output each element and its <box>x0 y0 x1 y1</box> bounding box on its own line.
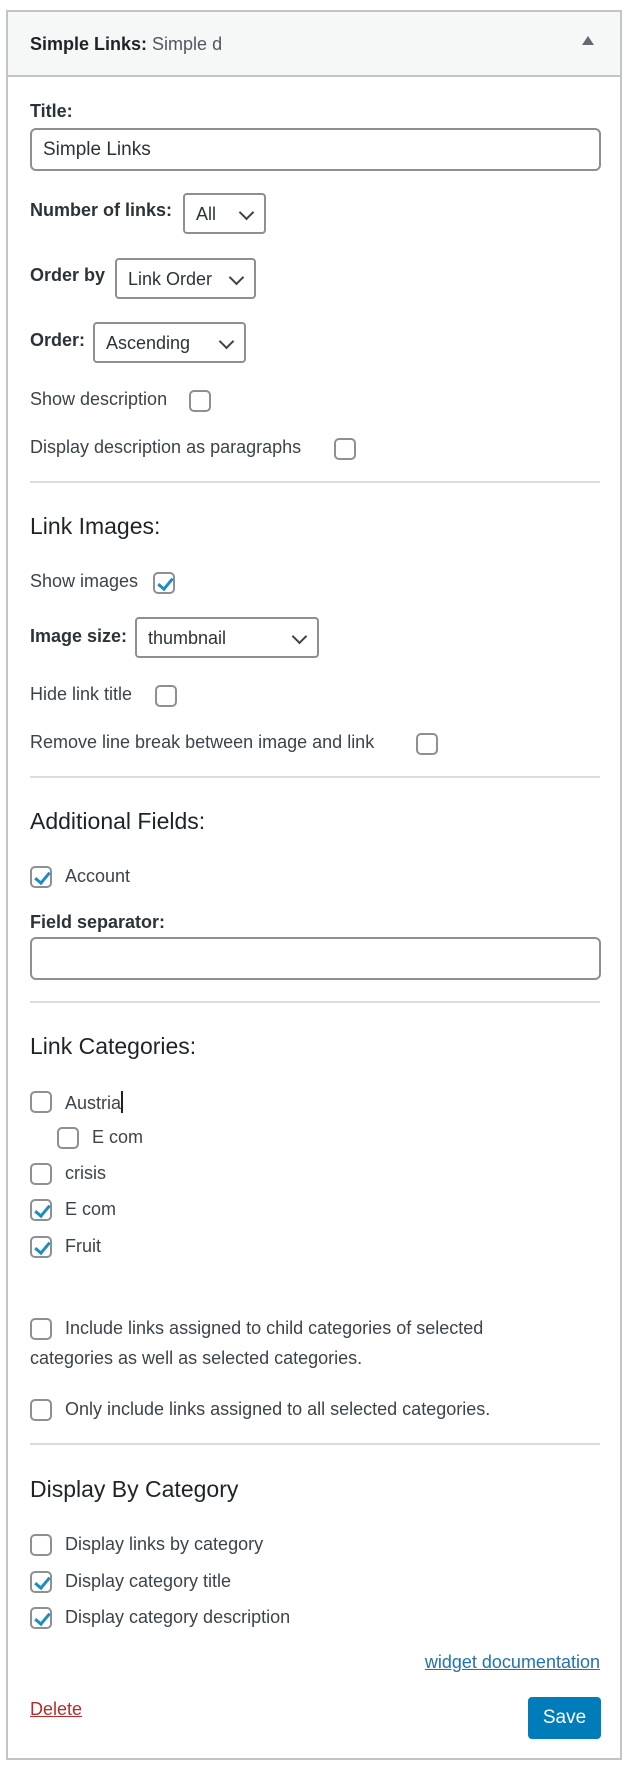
image-size-label: Image size: <box>30 626 128 646</box>
field-separator-label: Field separator: <box>30 912 166 932</box>
widget-name: Simple Links: <box>30 34 148 54</box>
hide-link-title-checkbox[interactable] <box>155 685 177 707</box>
number-of-links-label: Number of links: <box>30 200 173 220</box>
include-child-categories-label-line2: categories as well as selected categorie… <box>30 1348 363 1368</box>
category-checkbox[interactable] <box>30 1091 52 1113</box>
description-paragraphs-checkbox[interactable] <box>334 438 356 460</box>
display-links-by-category-checkbox[interactable] <box>30 1534 52 1556</box>
show-description-label: Show description <box>30 389 168 409</box>
order-label: Order: <box>30 330 86 350</box>
field-account-checkbox[interactable] <box>30 866 52 888</box>
display-category-title-checkbox[interactable] <box>30 1571 52 1593</box>
number-of-links-select[interactable]: All <box>183 193 266 234</box>
text-cursor <box>121 1091 124 1113</box>
category-label: E com <box>92 1127 144 1147</box>
remove-line-break-checkbox[interactable] <box>416 733 438 755</box>
category-label: crisis <box>65 1163 106 1183</box>
save-button[interactable]: Save <box>528 1697 601 1739</box>
widget-header[interactable]: Simple Links: Simple d <box>8 12 620 77</box>
link-categories-heading: Link Categories: <box>30 1033 197 1059</box>
delete-link[interactable]: Delete <box>30 1699 82 1720</box>
include-child-categories-label-line1: Include links assigned to child categori… <box>65 1318 484 1338</box>
field-separator-input[interactable] <box>30 937 601 980</box>
description-paragraphs-label: Display description as paragraphs <box>30 437 302 457</box>
chevron-down-icon <box>218 333 235 350</box>
widget-title: Simple Links: Simple d <box>30 34 222 55</box>
order-by-label: Order by <box>30 265 106 285</box>
category-checkbox[interactable] <box>30 1236 52 1258</box>
show-images-checkbox[interactable] <box>153 572 175 594</box>
category-checkbox[interactable] <box>30 1199 52 1221</box>
image-size-value: thumbnail <box>148 628 227 648</box>
display-category-title-label: Display category title <box>65 1571 232 1591</box>
category-label: Austria <box>65 1091 124 1114</box>
category-checkbox[interactable] <box>57 1127 79 1149</box>
chevron-down-icon <box>228 269 245 286</box>
order-by-value: Link Order <box>128 269 213 289</box>
only-all-selected-checkbox[interactable] <box>30 1399 52 1421</box>
category-label: Fruit <box>65 1236 101 1256</box>
remove-line-break-label: Remove line break between image and link <box>30 732 375 752</box>
category-checkbox[interactable] <box>30 1163 52 1185</box>
image-size-select[interactable]: thumbnail <box>135 617 319 658</box>
divider <box>30 481 600 483</box>
display-category-description-checkbox[interactable] <box>30 1607 52 1629</box>
divider <box>30 1001 600 1003</box>
chevron-down-icon <box>291 628 308 645</box>
checkmark-icon <box>157 573 174 592</box>
show-images-label: Show images <box>30 571 139 591</box>
show-description-checkbox[interactable] <box>189 390 211 412</box>
category-label: E com <box>65 1199 117 1219</box>
title-label: Title: <box>30 101 73 121</box>
hide-link-title-label: Hide link title <box>30 684 133 704</box>
checkmark-icon <box>34 1572 51 1591</box>
checkmark-icon <box>34 1237 51 1256</box>
checkmark-icon <box>34 867 51 886</box>
order-value: Ascending <box>106 333 191 353</box>
checkmark-icon <box>34 1608 51 1627</box>
display-links-by-category-label: Display links by category <box>65 1534 264 1554</box>
field-account-label: Account <box>65 866 131 886</box>
divider <box>30 1443 600 1445</box>
display-category-description-label: Display category description <box>65 1607 291 1627</box>
number-of-links-value: All <box>196 204 217 224</box>
collapse-arrow-icon[interactable] <box>582 36 594 45</box>
link-images-heading: Link Images: <box>30 513 161 539</box>
only-all-selected-label: Only include links assigned to all selec… <box>65 1399 491 1419</box>
display-by-category-heading: Display By Category <box>30 1476 239 1502</box>
checkmark-icon <box>34 1200 51 1219</box>
widget-documentation-link[interactable]: widget documentation <box>425 1652 600 1673</box>
title-input[interactable] <box>30 128 601 171</box>
widget-subtitle: Simple d <box>152 34 223 54</box>
order-by-select[interactable]: Link Order <box>115 258 256 299</box>
include-child-categories-checkbox[interactable] <box>30 1318 52 1340</box>
additional-fields-heading: Additional Fields: <box>30 808 206 834</box>
category-label-text: Austria <box>65 1093 122 1113</box>
order-select[interactable]: Ascending <box>93 322 246 363</box>
divider <box>30 776 600 778</box>
chevron-down-icon <box>238 204 255 221</box>
